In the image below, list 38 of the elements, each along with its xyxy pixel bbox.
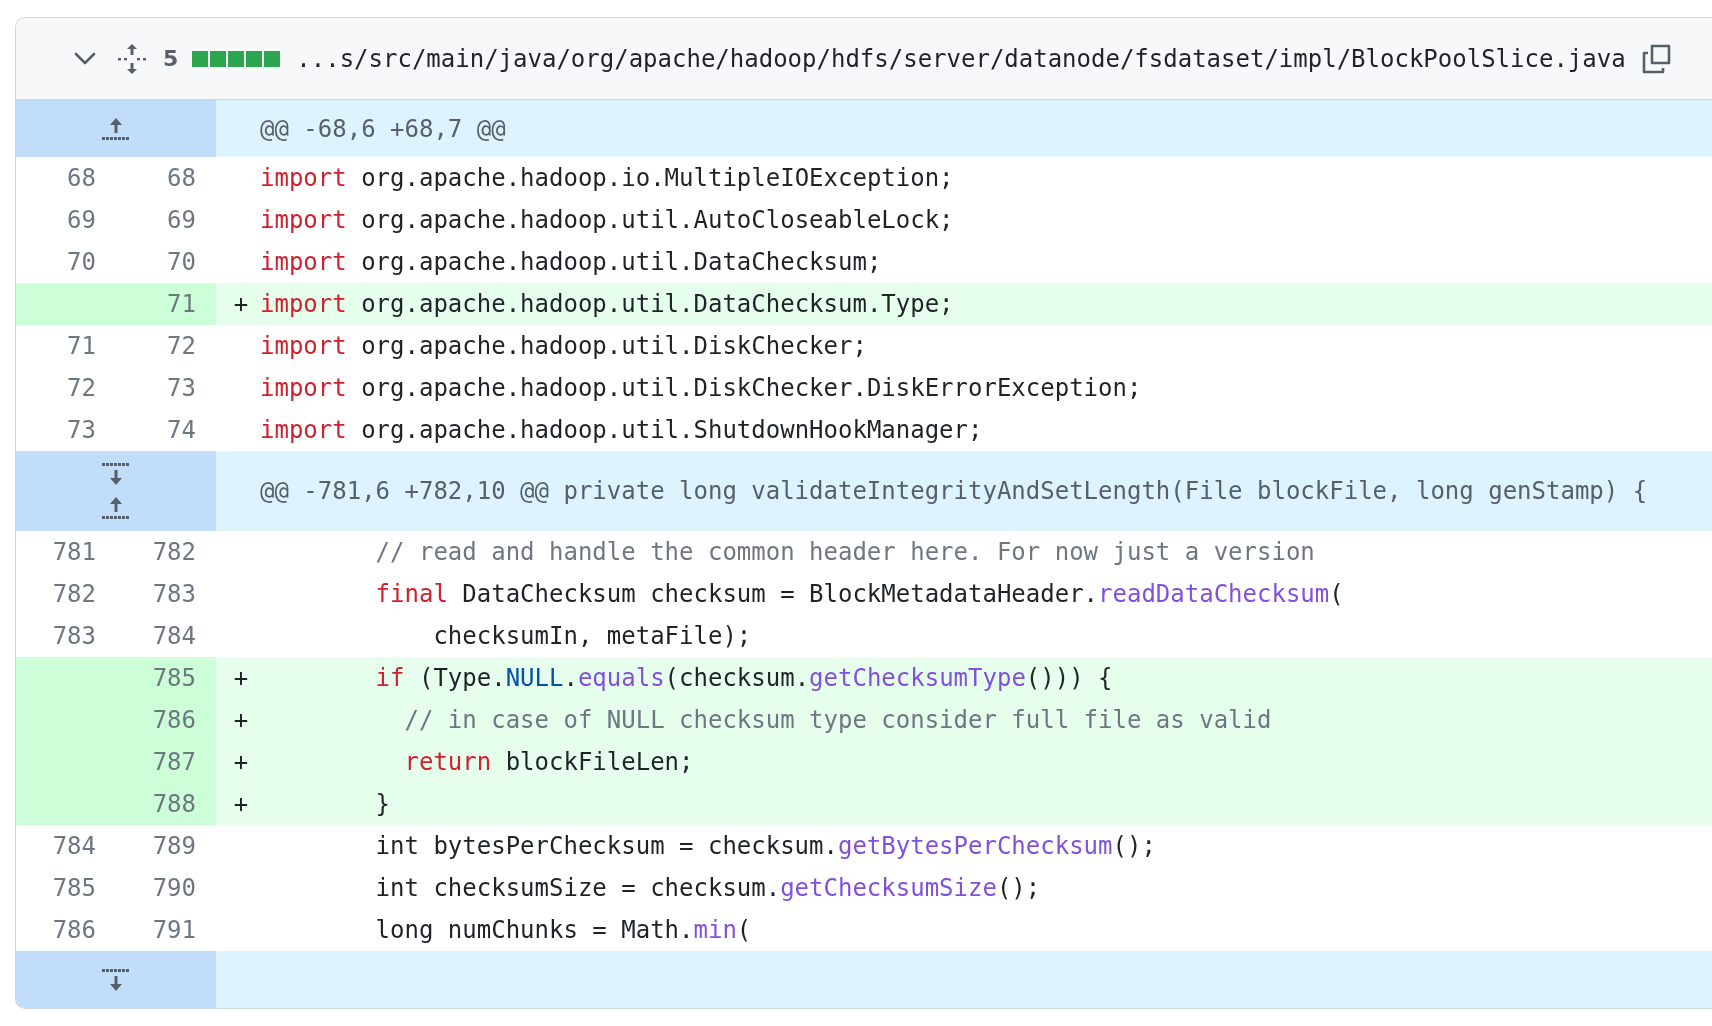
diff-marker: + [232,748,250,776]
expand-down-icon[interactable] [101,967,131,992]
code-line: // in case of NULL checksum type consider full file as valid [403,706,1272,734]
change-count: 5 [163,46,179,71]
code-line: long numChunks = Math.min( [374,916,752,944]
code-line: import org.apache.hadoop.util.AutoCloseableLock; [260,206,954,234]
line-number[interactable]: 788 [116,783,216,825]
hunk-header: @@ -781,6 +782,10 @@ private long validateIntegrityAndSetLength(File blockFile, long genStamp) { [260,477,1648,505]
code-line: final DataChecksum checksum = BlockMetadataHeader.readDataChecksum( [374,580,1344,608]
line-number[interactable]: 787 [116,741,216,783]
code-line: // read and handle the common header here. For now just a version [374,538,1315,566]
code-line: import org.apache.hadoop.util.DataChecksum.Type; [260,290,954,318]
code-line: import org.apache.hadoop.io.MultipleIOException; [260,164,954,192]
code-line: import org.apache.hadoop.util.DiskChecker; [260,332,867,360]
line-number[interactable]: 71 [116,283,216,325]
diff-marker: + [232,706,250,734]
expand-all-icon[interactable] [117,42,147,75]
code-line: int bytesPerChecksum = checksum.getBytesPerChecksum(); [374,832,1156,860]
code-line: } [374,790,391,818]
expand-up-icon[interactable] [101,496,131,520]
code-line: import org.apache.hadoop.util.DataChecksum; [260,248,882,276]
code-line: return blockFileLen; [403,748,694,776]
code-line: checksumIn, metaFile); [432,622,752,650]
diff-marker: + [232,790,250,818]
code-line: if (Type.NULL.equals(checksum.getChecksumType())) { [374,664,1113,692]
chevron-down-icon[interactable] [74,51,96,66]
expand-down-icon[interactable] [101,462,131,486]
expand-up-icon[interactable] [101,116,131,141]
diff-marker: + [232,290,250,318]
file-path: ...s/src/main/java/org/apache/hadoop/hdfs/server/datanode/fsdataset/impl/BlockPoolSlice.java [296,44,1626,73]
hunk-header: @@ -68,6 +68,7 @@ [260,114,506,143]
code-line: int checksumSize = checksum.getChecksumSize(); [374,874,1041,902]
code-line: import org.apache.hadoop.util.DiskChecker.DiskErrorException; [260,374,1142,402]
line-number[interactable]: 785 [116,657,216,699]
copy-icon[interactable] [1641,43,1672,74]
diff-marker: + [232,664,250,692]
code-line: import org.apache.hadoop.util.ShutdownHookManager; [260,416,983,444]
line-number[interactable]: 786 [116,699,216,741]
